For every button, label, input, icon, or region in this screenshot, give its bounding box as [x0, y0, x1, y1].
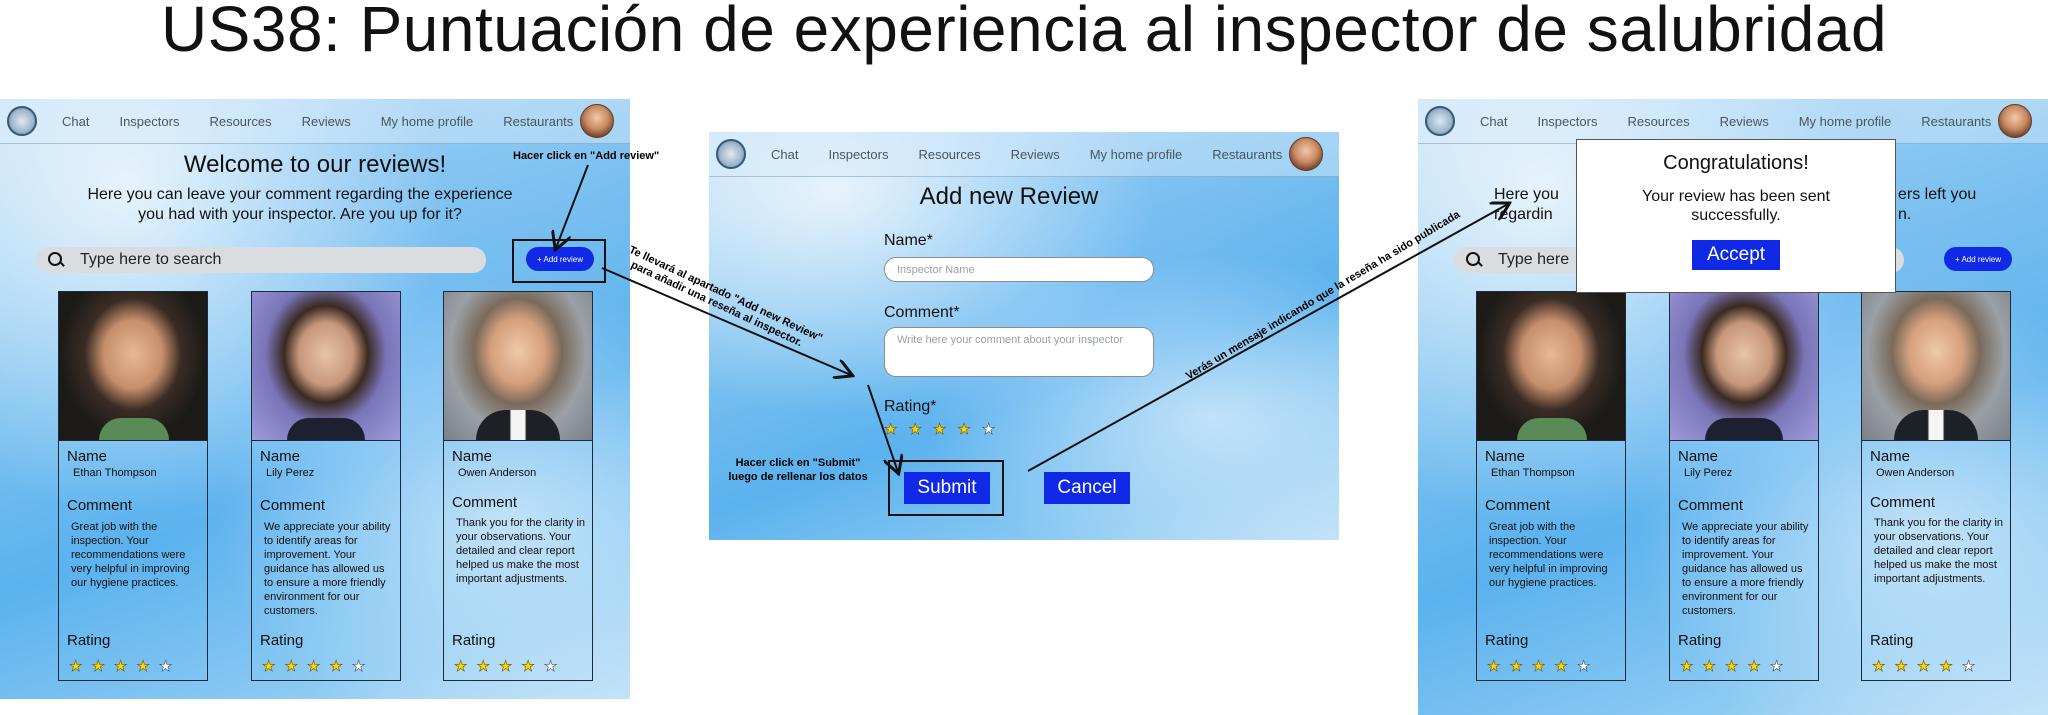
arrow-to-submit	[867, 384, 898, 472]
flow-arrows	[0, 164, 2048, 715]
arrow-to-confirmation	[1027, 204, 1508, 472]
arrow-to-form	[601, 267, 851, 375]
arrow-to-add-review	[556, 164, 589, 248]
